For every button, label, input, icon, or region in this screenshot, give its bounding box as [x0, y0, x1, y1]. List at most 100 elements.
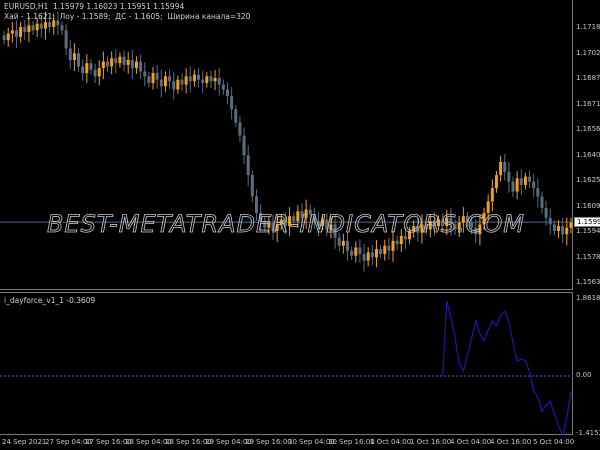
- candle: [134, 56, 138, 74]
- candle: [77, 48, 81, 73]
- candle: [89, 59, 93, 75]
- candle: [536, 178, 540, 208]
- candle: [64, 24, 68, 56]
- candle: [217, 67, 221, 96]
- candle: [507, 161, 511, 193]
- candle: [503, 153, 507, 181]
- time-tick: 29 Sep 16:00: [245, 438, 292, 446]
- candle: [379, 244, 383, 259]
- candle: [230, 87, 234, 120]
- candle: [557, 219, 561, 238]
- candlestick-chart: BEST-METATRADER-INDICATORS.COM: [0, 11, 573, 272]
- candle: [19, 21, 23, 43]
- candle: [238, 116, 242, 143]
- candle: [511, 176, 515, 198]
- candle: [6, 27, 10, 47]
- time-tick: 5 Oct 04:00: [533, 438, 575, 446]
- candle: [532, 173, 536, 198]
- candle: [2, 31, 6, 45]
- indicator-max: 1.8618: [576, 294, 600, 302]
- candle: [358, 239, 362, 263]
- candle: [370, 245, 374, 266]
- candle: [250, 169, 254, 203]
- candle: [147, 72, 151, 88]
- candle: [10, 22, 14, 43]
- candle: [23, 19, 27, 40]
- candle: [114, 49, 118, 74]
- candle: [494, 170, 498, 193]
- indicator-label: i_dayforce_v1_1 -0.3609: [4, 296, 96, 305]
- candle: [155, 65, 159, 89]
- candle: [110, 51, 114, 75]
- candle: [205, 72, 209, 88]
- time-tick: 4 Oct 16:00: [490, 438, 532, 446]
- candle: [106, 56, 110, 73]
- time-tick: 1 Oct 16:00: [410, 438, 452, 446]
- candle: [548, 208, 552, 235]
- candle: [176, 75, 180, 95]
- price-tick: 1.17180: [576, 23, 600, 31]
- candle: [523, 172, 527, 190]
- candle: [490, 179, 494, 212]
- candle: [234, 105, 238, 127]
- candle: [226, 82, 230, 104]
- candle: [362, 243, 366, 272]
- candle: [354, 241, 358, 263]
- candle: [14, 20, 18, 48]
- symbol-info: EURUSD,H1 1.15979 1.16023 1.15951 1.1599…: [4, 2, 185, 11]
- time-tick: 4 Oct 04:00: [450, 438, 492, 446]
- current-price-badge: 1.15994: [574, 217, 600, 227]
- watermark: BEST-METATRADER-INDICATORS.COM: [47, 210, 525, 238]
- candle: [383, 239, 387, 261]
- candle: [528, 170, 532, 189]
- price-tick: 1.17025: [576, 48, 600, 57]
- candle: [242, 127, 246, 165]
- indicator-line: [442, 300, 572, 436]
- channel-info: Хай - 1.1621; Лоу - 1.1589; ДС - 1.1605;…: [4, 12, 251, 21]
- price-tick: 1.16095: [576, 201, 600, 210]
- candle: [246, 145, 250, 187]
- candle: [192, 69, 196, 87]
- candle: [188, 66, 192, 93]
- candle: [139, 54, 143, 80]
- candle: [197, 67, 201, 88]
- indicator-min: -1.4152: [576, 429, 600, 437]
- indicator-zero: 0.00: [576, 371, 592, 379]
- candle: [387, 237, 391, 260]
- candle: [172, 72, 176, 100]
- time-tick: 1 Oct 04:00: [370, 438, 412, 446]
- price-tick: 1.15630: [576, 278, 600, 286]
- candle: [143, 62, 147, 87]
- price-tick: 1.16715: [576, 99, 600, 108]
- candle: [101, 51, 105, 80]
- indicator-chart: [0, 300, 573, 436]
- candle: [184, 68, 188, 94]
- candle: [130, 49, 134, 80]
- candle: [72, 43, 76, 71]
- candle: [97, 60, 101, 86]
- candle: [569, 217, 573, 234]
- candle: [515, 171, 519, 200]
- candle: [93, 63, 97, 84]
- time-tick: 30 Sep 16:00: [328, 438, 375, 446]
- candle: [209, 70, 213, 88]
- candle: [118, 52, 122, 68]
- candle: [60, 21, 64, 35]
- candle: [221, 79, 225, 96]
- candle: [31, 21, 35, 35]
- candle: [499, 155, 503, 182]
- price-chart-pane[interactable]: BEST-METATRADER-INDICATORS.COM: [0, 0, 573, 290]
- candle: [126, 51, 130, 74]
- candle: [163, 71, 167, 92]
- candle: [180, 73, 184, 92]
- candle: [540, 191, 544, 214]
- candle: [374, 240, 378, 268]
- candle: [85, 54, 89, 84]
- price-tick: 1.16250: [576, 176, 600, 184]
- candle: [168, 69, 172, 90]
- indicator-pane[interactable]: [0, 292, 573, 436]
- time-tick: 24 Sep 2021: [2, 438, 47, 446]
- candle: [159, 69, 163, 98]
- candle: [201, 70, 205, 93]
- price-tick: 1.15785: [576, 252, 600, 261]
